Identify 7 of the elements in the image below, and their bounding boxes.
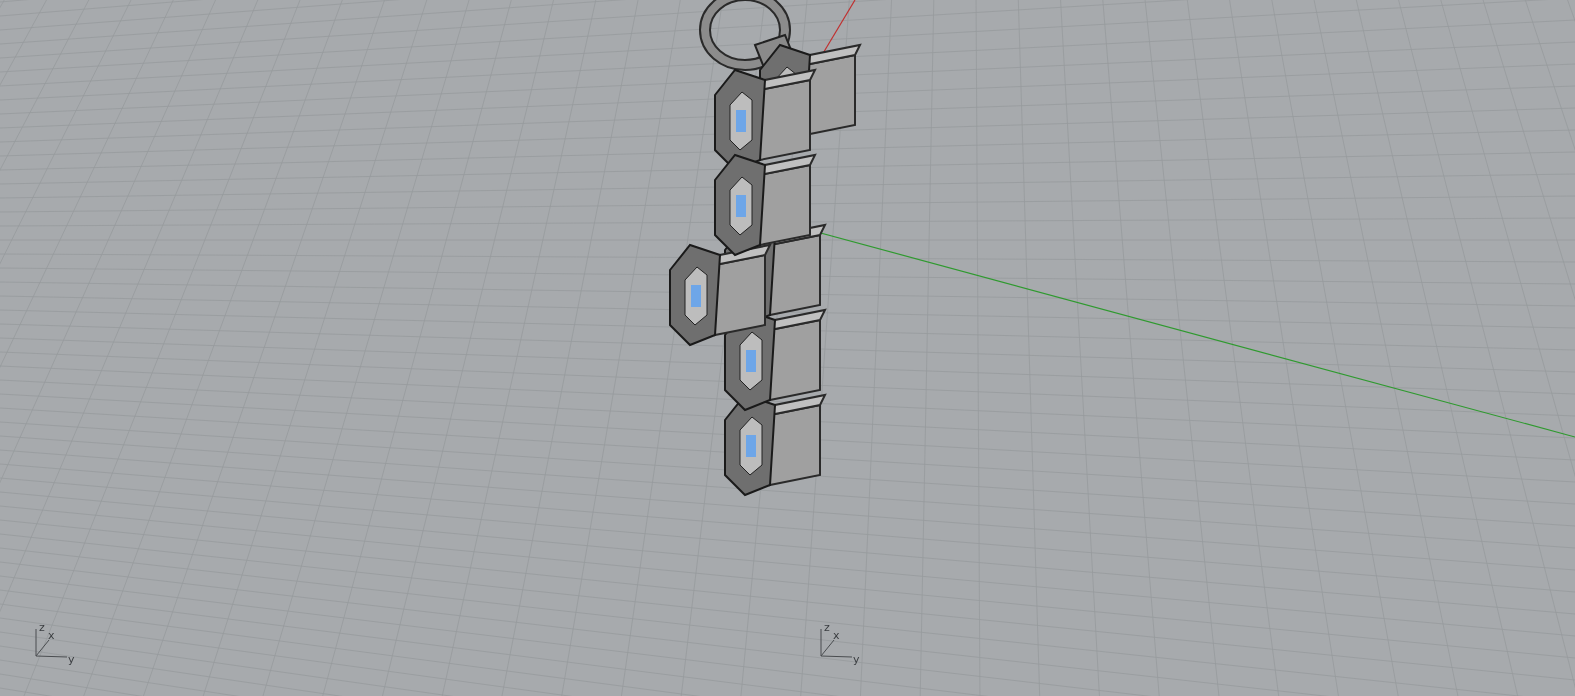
z-axis-label: z <box>39 622 45 633</box>
x-axis-label: x <box>48 630 55 641</box>
y-axis-label: y <box>853 654 860 665</box>
y-axis-label: y <box>68 654 75 665</box>
z-axis-label: z <box>824 622 830 633</box>
viewport[interactable]: z x y z x y <box>0 0 1575 696</box>
x-axis-label: x <box>833 630 840 641</box>
